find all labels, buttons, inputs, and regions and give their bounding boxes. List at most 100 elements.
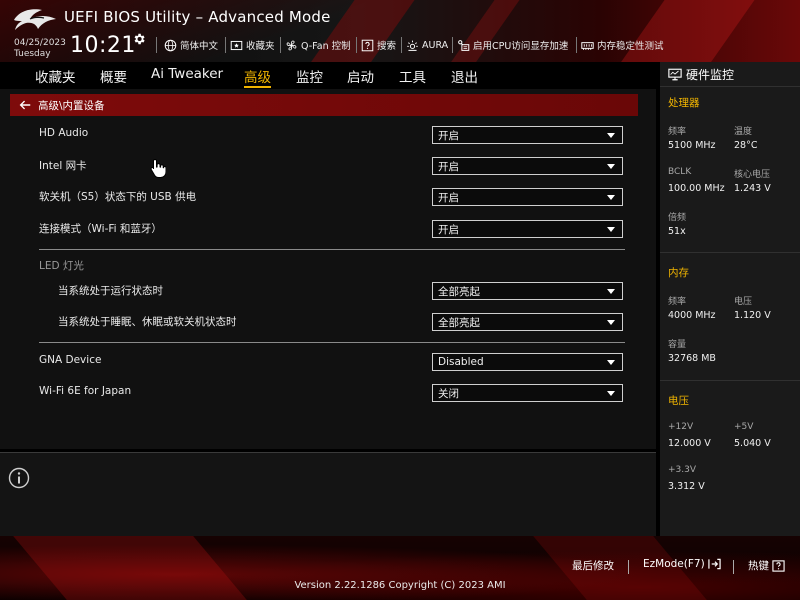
connectivity-value: 开启 [438,223,459,236]
favorites-button[interactable]: 收藏夹 [230,37,275,53]
hardware-monitor-title: 硬件监控 [668,66,734,83]
section-divider [39,342,625,343]
bclk-label: BCLK [668,167,692,177]
bclk-value: 100.00 MHz [668,183,725,194]
header-separator [280,37,281,53]
panel-divider [660,252,800,253]
ratio-value: 51x [668,226,686,237]
back-arrow-icon[interactable] [18,98,32,112]
ezmode-label: EzMode(F7) [643,558,705,570]
header-separator [356,37,357,53]
main-menu: 收藏夹 概要 Ai Tweaker 高级 监控 启动 工具 退出 [0,62,656,89]
hd-audio-select[interactable]: 开启 [432,126,623,144]
tab-advanced[interactable]: 高级 [244,66,271,88]
cpu-temperature-value: 28°C [734,140,758,151]
breadcrumb[interactable]: 高级\内置设备 [10,94,638,116]
cpu-temperature-label: 温度 [734,127,753,137]
intel-lan-label: Intel 网卡 [39,160,87,172]
qfan-label: Q-Fan 控制 [301,41,351,52]
v12-value: 12.000 V [668,438,711,449]
cpu-frequency-label: 频率 [668,127,687,137]
hardware-monitor-title-text: 硬件监控 [686,68,735,82]
chevron-down-icon [607,163,615,169]
v33-label: +3.3V [668,465,697,475]
aura-light-icon [407,40,418,51]
memory-voltage-label: 电压 [734,297,753,307]
tab-ai-tweaker[interactable]: Ai Tweaker [151,66,223,88]
wifi-6e-japan-label: Wi-Fi 6E for Japan [39,385,132,397]
footer-bar: 最后修改 EzMode(F7) 热键 Version 2.22.1286 Cop… [0,536,800,600]
gna-device-label: GNA Device [39,354,102,366]
language-label: 简体中文 [180,41,219,52]
header-separator [576,37,577,53]
v5-value: 5.040 V [734,438,771,449]
header-separator [156,37,157,53]
chevron-down-icon [607,359,615,365]
connectivity-label: 连接模式（Wi-Fi 和蓝牙） [39,223,162,235]
chevron-down-icon [607,194,615,200]
led-running-select[interactable]: 全部亮起 [432,282,623,300]
usb-power-s5-label: 软关机（S5）状态下的 USB 供电 [39,191,197,203]
search-help-icon [361,39,374,51]
ezmode-button[interactable]: EzMode(F7) [643,558,721,570]
usb-power-s5-value: 开启 [438,191,459,204]
help-description-bar [0,452,656,536]
memory-frequency-label: 频率 [668,297,687,307]
favorites-icon [230,40,243,50]
led-sleep-value: 全部亮起 [438,316,480,329]
intel-lan-select[interactable]: 开启 [432,157,623,175]
hardware-monitor-panel: 硬件监控 处理器 频率 温度 5100 MHz 28°C BCLK 核心电压 1… [658,62,800,536]
led-section-heading: LED 灯光 [39,260,84,272]
led-sleep-select[interactable]: 全部亮起 [432,313,623,331]
gear-icon[interactable] [132,32,146,46]
rog-logo-icon [14,9,56,30]
last-modified-button[interactable]: 最后修改 [572,558,614,573]
header-bar: UEFI BIOS Utility – Advanced Mode 04/25/… [0,0,800,62]
resizable-bar-icon [458,39,470,51]
ratio-label: 倍频 [668,213,687,223]
usb-power-s5-select[interactable]: 开启 [432,188,623,206]
wifi-6e-japan-select[interactable]: 关闭 [432,384,623,402]
section-divider [39,249,625,250]
date-display: 04/25/2023 [14,38,66,48]
gna-device-select[interactable]: Disabled [432,353,623,371]
version-text: Version 2.22.1286 Copyright (C) 2023 AMI [294,580,506,591]
wifi-6e-japan-value: 关闭 [438,387,459,400]
chevron-down-icon [607,288,615,294]
aura-button[interactable]: AURA [406,37,448,53]
hand-cursor-icon [150,158,166,178]
memtest-icon [581,41,594,50]
chevron-down-icon [607,390,615,396]
memtest-button[interactable]: 内存稳定性测试 [581,37,664,53]
panel-divider [660,86,800,87]
tab-exit[interactable]: 退出 [451,66,478,88]
aura-label: AURA [422,39,449,51]
hotkeys-button[interactable]: 热键 [748,558,785,573]
weekday-display: Tuesday [14,49,51,59]
led-sleep-label: 当系统处于睡眠、休眠或软关机状态时 [58,316,237,328]
language-button[interactable]: 简体中文 [164,37,218,53]
search-button[interactable]: 搜索 [361,37,396,53]
tab-boot[interactable]: 启动 [347,66,374,88]
tab-favorites[interactable]: 收藏夹 [35,66,76,88]
memory-voltage-value: 1.120 V [734,310,771,321]
led-running-label: 当系统处于运行状态时 [58,285,163,297]
help-icon [772,559,785,572]
hd-audio-label: HD Audio [39,127,89,139]
qfan-button[interactable]: Q-Fan 控制 [285,37,351,53]
hotkeys-label: 热键 [748,560,769,572]
chevron-down-icon [607,226,615,232]
resizable-bar-button[interactable]: 启用CPU访问显存加速 [457,37,568,53]
tab-tool[interactable]: 工具 [399,66,426,88]
breadcrumb-path: 高级\内置设备 [38,99,105,112]
tab-monitor[interactable]: 监控 [296,66,323,88]
globe-icon [164,39,177,51]
settings-panel: 高级\内置设备 HD Audio 开启 Intel 网卡 开启 软关机（S5）状… [0,89,656,449]
time-display: 10:21 [70,33,136,58]
connectivity-select[interactable]: 开启 [432,220,623,238]
memory-frequency-value: 4000 MHz [668,310,716,321]
tab-main[interactable]: 概要 [100,66,127,88]
header-separator [452,37,453,53]
gna-device-value: Disabled [438,356,484,368]
memory-capacity-label: 容量 [668,340,687,350]
